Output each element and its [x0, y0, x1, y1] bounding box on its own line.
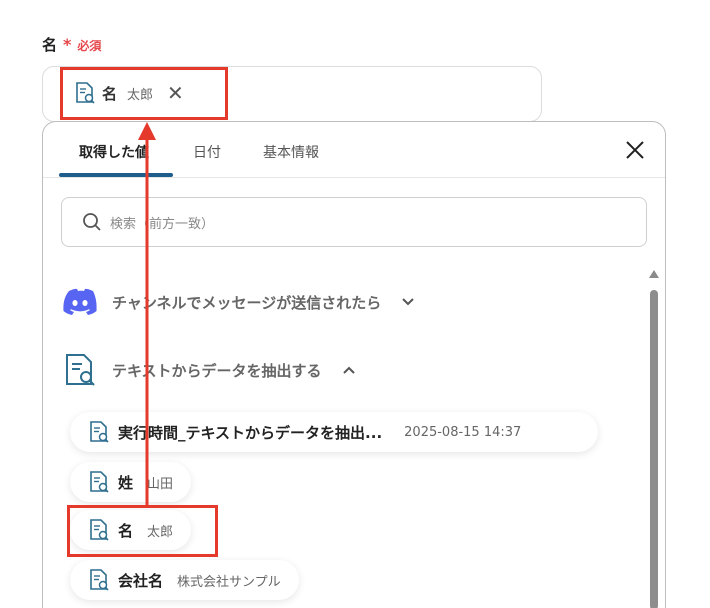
page: 名 * 必須 名 太郎 ✕ 取得した値 日付 基本情報 検索（前方一致） チャン… [0, 0, 710, 608]
annotation-arrow [138, 122, 156, 505]
